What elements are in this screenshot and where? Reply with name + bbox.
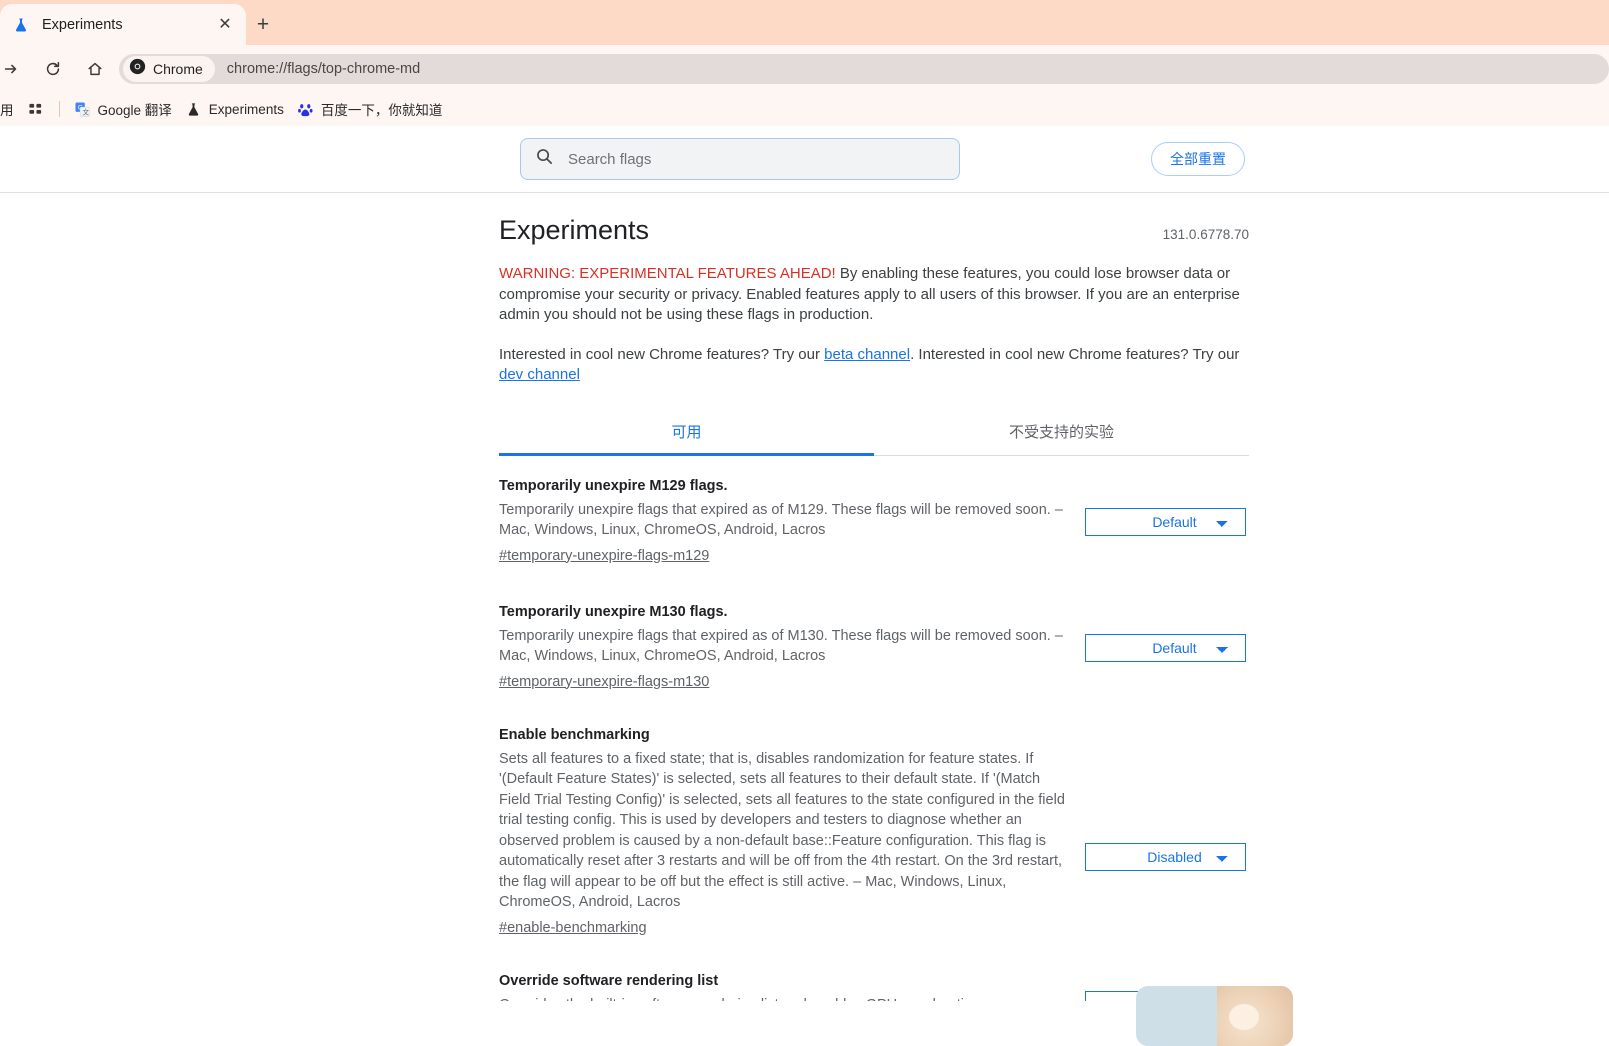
new-tab-button[interactable]: + [248, 9, 278, 39]
dev-channel-link[interactable]: dev channel [499, 366, 580, 383]
flags-toolbar: 全部重置 [0, 126, 1609, 193]
tab-unsupported[interactable]: 不受支持的实验 [874, 410, 1249, 455]
flag-permalink[interactable]: #temporary-unexpire-flags-m129 [499, 548, 709, 564]
chrome-chip-label: Chrome [153, 61, 203, 77]
channels-text: Interested in cool new Chrome features? … [499, 345, 1249, 386]
channels-part2: . Interested in cool new Chrome features… [910, 345, 1240, 363]
search-flags-box[interactable] [520, 138, 960, 180]
tab-available[interactable]: 可用 [499, 410, 874, 456]
flag-entry: Enable benchmarking Sets all features to… [499, 695, 1249, 941]
flag-permalink[interactable]: #enable-benchmarking [499, 920, 647, 936]
bookmark-item-baidu[interactable]: 百度一下，你就知道 [291, 96, 450, 122]
bookmark-label: 百度一下，你就知道 [320, 103, 443, 118]
popup-preview-card[interactable] [1136, 986, 1293, 1046]
flask-icon [186, 101, 202, 117]
flag-description: Temporarily unexpire flags that expired … [499, 627, 1063, 665]
bookmarks-separator [58, 101, 60, 117]
reload-icon[interactable] [38, 54, 68, 84]
flags-page: 全部重置 Experiments 131.0.6778.70 WARNING: … [0, 126, 1609, 1001]
beta-channel-link[interactable]: beta channel [824, 346, 910, 363]
flag-description: Sets all features to a fixed state; that… [499, 750, 1065, 911]
channels-part1: Interested in cool new Chrome features? … [499, 345, 825, 363]
page-title: Experiments [499, 215, 650, 245]
flag-select[interactable]: Disabled [1085, 842, 1246, 871]
google-translate-icon: G 文 [75, 101, 91, 117]
tab-strip: Experiments ✕ + [0, 0, 1609, 45]
bookmark-item-grid[interactable] [21, 96, 51, 122]
tab-title: Experiments [42, 16, 123, 33]
flag-permalink[interactable]: #temporary-unexpire-flags-m130 [499, 674, 709, 690]
grid-icon [28, 101, 44, 117]
flag-name: Override software rendering list [499, 972, 719, 989]
omnibox[interactable]: Chrome chrome://flags/top-chrome-md [119, 54, 1609, 84]
flag-name: Temporarily unexpire M130 flags. [499, 603, 728, 620]
bookmarks-bar: 用 G 文 Google 翻译 Expe [0, 92, 1609, 126]
flag-select[interactable]: Default [1085, 507, 1246, 536]
preview-thumbnail-image [1217, 986, 1293, 1046]
svg-text:文: 文 [83, 107, 90, 116]
warning-strong: WARNING: EXPERIMENTAL FEATURES AHEAD! [499, 265, 836, 282]
bookmark-item-experiments[interactable]: Experiments [179, 96, 291, 122]
bookmark-item-apps[interactable]: 用 [0, 96, 21, 122]
flag-description: Temporarily unexpire flags that expired … [499, 501, 1063, 539]
flag-select[interactable]: Default [1085, 633, 1246, 662]
flask-icon [12, 16, 30, 34]
flags-container: Experiments 131.0.6778.70 WARNING: EXPER… [499, 215, 1249, 1001]
page-title-row: Experiments 131.0.6778.70 [499, 215, 1249, 246]
chrome-chip[interactable]: Chrome [123, 56, 215, 82]
bookmark-label: Google 翻译 [97, 103, 172, 118]
flag-name: Enable benchmarking [499, 726, 650, 743]
version-label: 131.0.6778.70 [1162, 227, 1249, 242]
chrome-logo-icon [129, 58, 146, 80]
search-icon [535, 147, 554, 171]
bookmark-item-google-translate[interactable]: G 文 Google 翻译 [68, 96, 179, 122]
flags-tabs: 可用 不受支持的实验 [499, 410, 1249, 456]
warning-text: WARNING: EXPERIMENTAL FEATURES AHEAD! By… [499, 264, 1249, 326]
flag-entry: Temporarily unexpire M130 flags. Tempora… [499, 569, 1249, 695]
bookmark-label: 用 [0, 103, 14, 118]
home-icon[interactable] [80, 54, 110, 84]
flag-entry: Temporarily unexpire M129 flags. Tempora… [499, 460, 1249, 569]
flag-description: Overrides the built-in software renderin… [499, 995, 1067, 1002]
forward-arrow-icon[interactable] [0, 54, 26, 84]
omnibox-url: chrome://flags/top-chrome-md [226, 61, 421, 77]
flag-name: Temporarily unexpire M129 flags. [499, 477, 728, 494]
browser-tab[interactable]: Experiments ✕ [0, 4, 246, 45]
close-icon[interactable]: ✕ [214, 14, 236, 36]
reset-all-button[interactable]: 全部重置 [1151, 142, 1245, 176]
search-input[interactable] [566, 149, 936, 169]
bookmark-label: Experiments [208, 101, 284, 117]
flags-content: Experiments 131.0.6778.70 WARNING: EXPER… [0, 193, 1609, 1001]
baidu-icon [298, 101, 314, 117]
